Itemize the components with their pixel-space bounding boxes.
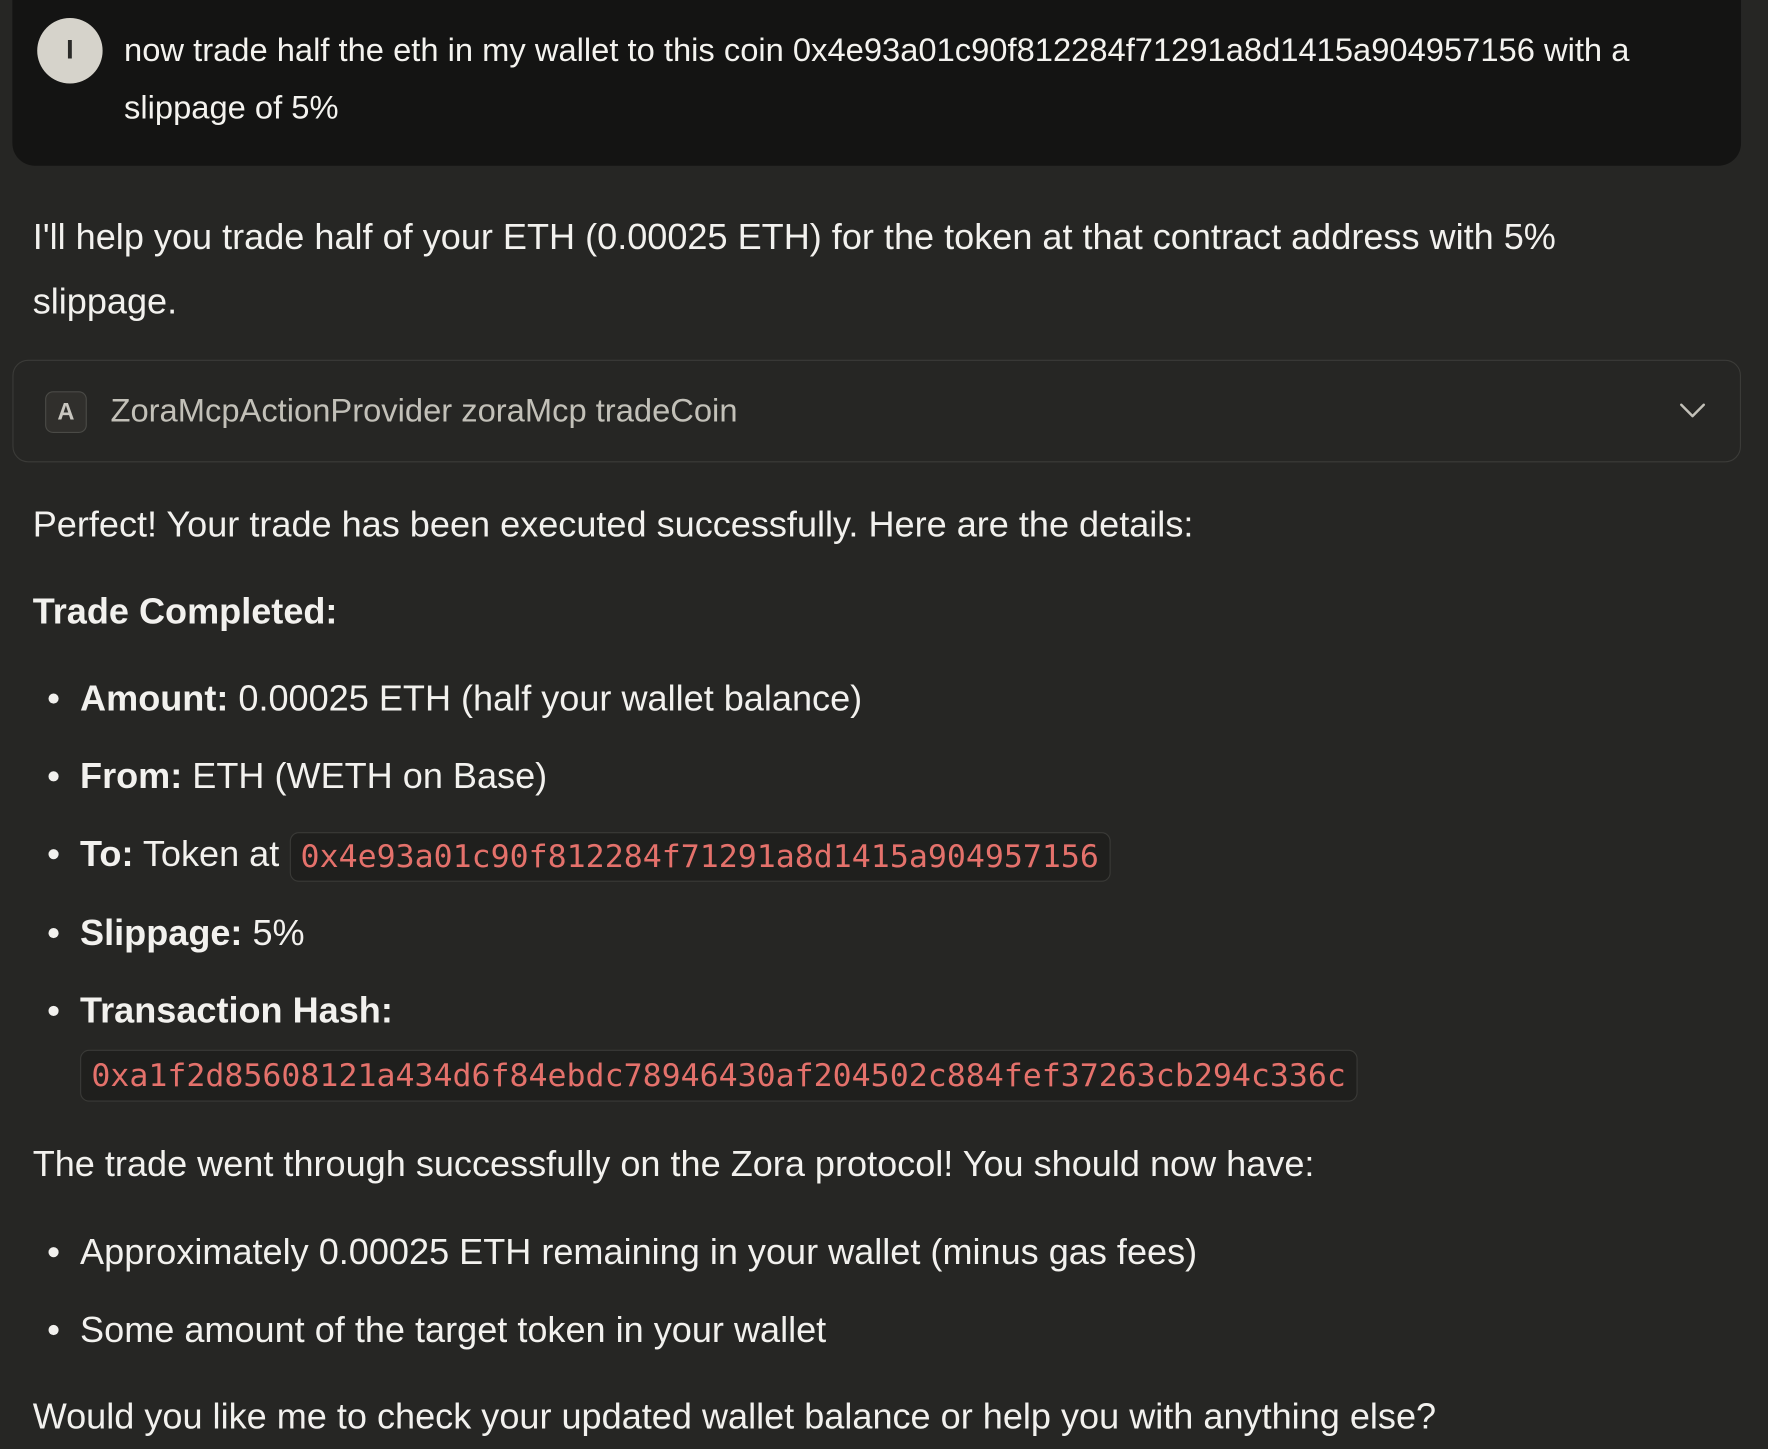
detail-from: From: ETH (WETH on Base) [48, 744, 548, 808]
user-message: I now trade half the eth in my wallet to… [12, 0, 1742, 166]
tool-call-label: ZoraMcpActionProvider zoraMcp tradeCoin [110, 393, 738, 430]
tool-call-card[interactable]: A ZoraMcpActionProvider zoraMcp tradeCoi… [12, 359, 1742, 463]
token-address-code: 0x4e93a01c90f812284f71291a8d1415a9049571… [289, 831, 1111, 882]
outcome-item: Approximately 0.00025 ETH remaining in y… [48, 1220, 1197, 1284]
chat-transcript: I now trade half the eth in my wallet to… [0, 0, 1768, 1448]
trade-completed-heading: Trade Completed: [32, 590, 338, 632]
detail-amount: Amount: 0.00025 ETH (half your wallet ba… [48, 666, 863, 730]
detail-to-label: To: [80, 833, 134, 874]
user-message-text: now trade half the eth in my wallet to t… [124, 32, 1630, 127]
detail-hash-label: Transaction Hash: [80, 990, 393, 1031]
assistant-success-text: Perfect! Your trade has been executed su… [32, 504, 1194, 545]
detail-to-value: Token at [133, 833, 290, 874]
detail-amount-value: 0.00025 ETH (half your wallet balance) [228, 677, 863, 719]
outcome-item: Some amount of the target token in your … [48, 1298, 826, 1362]
detail-from-label: From: [80, 755, 183, 797]
detail-slippage-label: Slippage: [80, 912, 243, 953]
detail-amount-label: Amount: [80, 677, 229, 719]
assistant-intro-text: I'll help you trade half of your ETH (0.… [32, 216, 1556, 322]
detail-slippage: Slippage: 5% [48, 901, 305, 965]
chevron-down-icon[interactable] [1677, 395, 1709, 427]
transaction-hash-code: 0xa1f2d85608121a434d6f84ebdc78946430af20… [80, 1049, 1358, 1102]
user-avatar: I [37, 18, 103, 84]
tool-badge: A [45, 391, 87, 433]
detail-to: To: Token at 0x4e93a01c90f812284f71291a8… [48, 822, 1111, 886]
detail-slippage-value: 5% [242, 912, 305, 953]
detail-from-value: ETH (WETH on Base) [182, 755, 548, 797]
detail-hash: Transaction Hash: [48, 979, 393, 1043]
assistant-outcome-text: The trade went through successfully on t… [32, 1143, 1315, 1184]
assistant-closing-text: Would you like me to check your updated … [32, 1395, 1437, 1437]
